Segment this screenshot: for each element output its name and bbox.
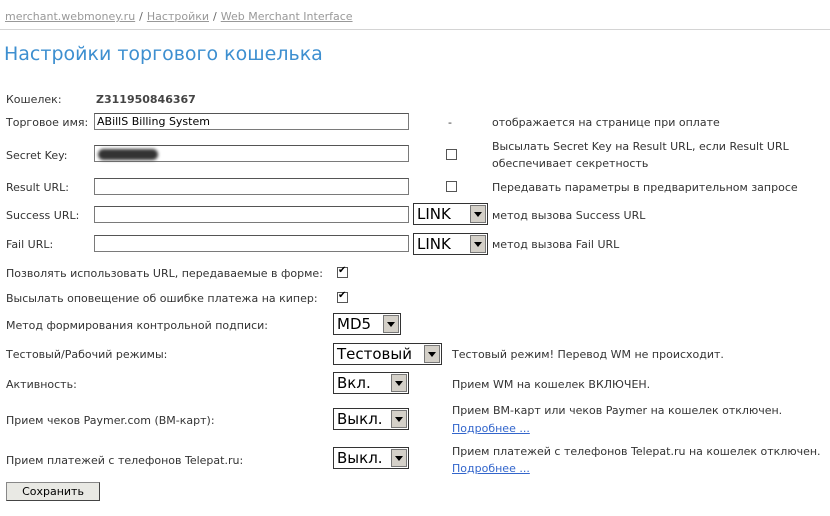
chevron-down-icon: [391, 410, 407, 428]
telepat-select[interactable]: Выкл.: [333, 447, 409, 469]
result-url-hint: Передавать параметры в предварительном з…: [492, 181, 798, 194]
fail-url-method-select[interactable]: LINK: [413, 233, 488, 255]
activity-value: Вкл.: [337, 374, 371, 392]
telepat-value: Выкл.: [337, 449, 383, 467]
wallet-label: Кошелек:: [6, 93, 62, 106]
breadcrumb-link-settings[interactable]: Настройки: [147, 10, 209, 23]
breadcrumb-link-wmi[interactable]: Web Merchant Interface: [221, 10, 353, 23]
success-url-input[interactable]: [94, 206, 409, 223]
success-url-label: Success URL:: [6, 209, 80, 222]
chevron-down-icon: [383, 315, 399, 333]
breadcrumb-separator: /: [139, 10, 143, 23]
mode-value: Тестовый: [337, 345, 412, 363]
chevron-down-icon: [424, 345, 440, 363]
paymer-select[interactable]: Выкл.: [333, 408, 409, 430]
merchant-name-marker: -: [448, 116, 452, 129]
fail-url-method-value: LINK: [417, 235, 451, 253]
secret-key-hint-line1: Высылать Secret Key на Result URL, если …: [492, 140, 789, 153]
error-notify-label: Высылать оповещение об ошибке платежа на…: [6, 292, 318, 305]
chevron-down-icon: [391, 449, 407, 467]
paymer-value: Выкл.: [337, 410, 383, 428]
paymer-hint: Прием ВМ-карт или чеков Paymer на кошеле…: [452, 404, 783, 417]
success-url-method-select[interactable]: LINK: [413, 203, 488, 225]
merchant-name-input[interactable]: [94, 113, 409, 130]
mode-hint: Тестовый режим! Перевод WM не происходит…: [452, 348, 724, 361]
telepat-more-link[interactable]: Подробнее ...: [452, 462, 530, 475]
breadcrumb: merchant.webmoney.ru / Настройки / Web Merch…: [5, 10, 353, 23]
divider: [0, 29, 830, 30]
secret-key-label: Secret Key:: [6, 149, 68, 162]
telepat-label: Прием платежей с телефонов Telepat.ru:: [6, 454, 244, 467]
secret-key-hint-line2: обеспечивает секретность: [492, 157, 649, 170]
error-notify-checkbox[interactable]: [337, 290, 348, 303]
allow-form-urls-checkbox[interactable]: [337, 265, 348, 278]
breadcrumb-link-home[interactable]: merchant.webmoney.ru: [5, 10, 135, 23]
prerequest-params-checkbox[interactable]: [446, 181, 457, 192]
merchant-name-hint: отображается на странице при оплате: [492, 116, 720, 129]
result-url-label: Result URL:: [6, 181, 70, 194]
paymer-more-link[interactable]: Подробнее ...: [452, 422, 530, 435]
signature-method-label: Метод формирования контрольной подписи:: [6, 319, 268, 332]
signature-method-value: MD5: [337, 315, 372, 333]
page-title: Настройки торгового кошелька: [4, 43, 323, 65]
secret-key-input[interactable]: [94, 145, 409, 162]
chevron-down-icon: [470, 235, 486, 253]
activity-label: Активность:: [6, 378, 77, 391]
activity-select[interactable]: Вкл.: [333, 372, 409, 394]
save-button[interactable]: Сохранить: [6, 482, 100, 501]
wallet-value: Z311950846367: [96, 93, 196, 106]
success-url-hint: метод вызова Success URL: [492, 209, 646, 222]
telepat-hint: Прием платежей с телефонов Telepat.ru на…: [452, 445, 821, 458]
result-url-input[interactable]: [94, 178, 409, 195]
paymer-label: Прием чеков Paymer.com (ВМ-карт):: [6, 414, 215, 427]
fail-url-label: Fail URL:: [6, 238, 54, 251]
fail-url-input[interactable]: [94, 235, 409, 252]
chevron-down-icon: [470, 205, 486, 223]
mode-select[interactable]: Тестовый: [333, 343, 442, 365]
merchant-name-label: Торговое имя:: [6, 116, 89, 129]
chevron-down-icon: [391, 374, 407, 392]
breadcrumb-separator: /: [213, 10, 217, 23]
fail-url-hint: метод вызова Fail URL: [492, 238, 620, 251]
secret-key-masked-value: [98, 148, 158, 160]
send-secret-key-checkbox[interactable]: [446, 149, 457, 160]
success-url-method-value: LINK: [417, 205, 451, 223]
allow-form-urls-label: Позволять использовать URL, передаваемые…: [6, 267, 323, 280]
activity-hint: Прием WM на кошелек ВКЛЮЧЕН.: [452, 378, 651, 391]
mode-label: Тестовый/Рабочий режимы:: [6, 348, 168, 361]
signature-method-select[interactable]: MD5: [333, 313, 401, 335]
